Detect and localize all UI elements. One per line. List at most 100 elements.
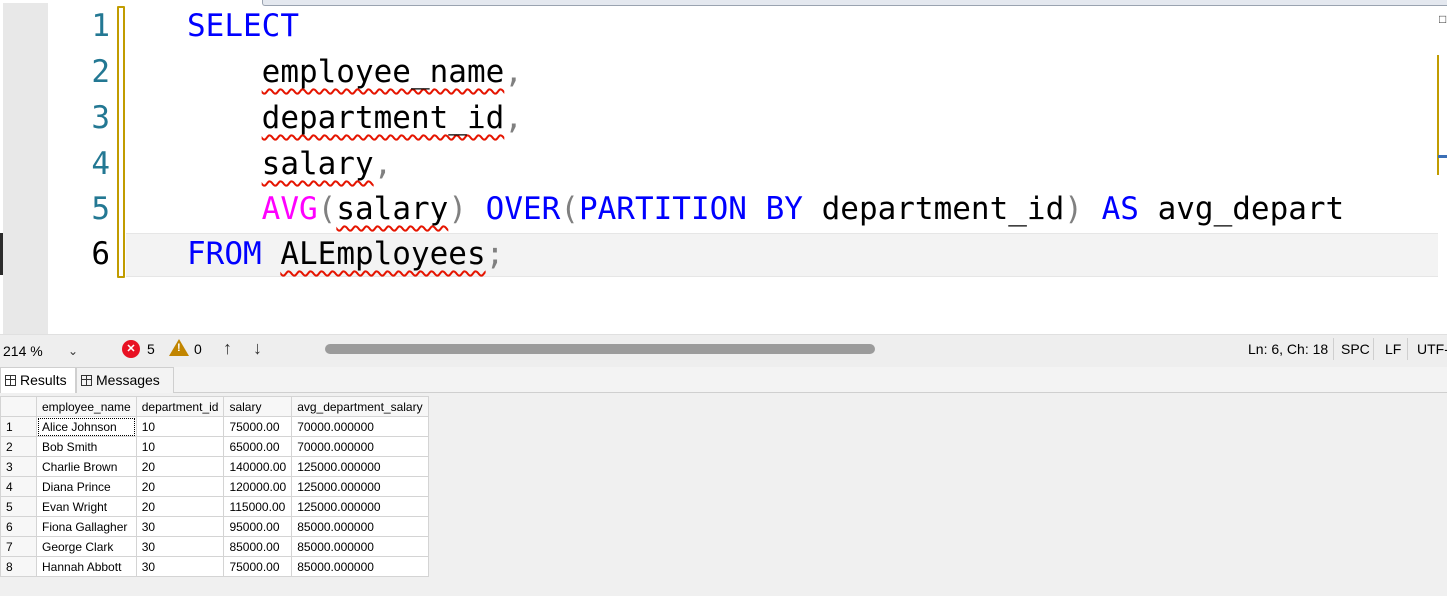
code-line[interactable]: employee_name, [187, 49, 523, 95]
zoom-dropdown[interactable]: 214 % ⌄ [0, 340, 88, 362]
grid-cell[interactable]: Fiona Gallagher [36, 516, 137, 537]
horizontal-scrollbar-thumb[interactable] [325, 344, 875, 354]
status-separator [1373, 338, 1374, 360]
grid-cell[interactable]: 125000.000000 [291, 496, 429, 517]
warning-icon[interactable]: ! [169, 339, 189, 356]
chevron-down-icon: ⌄ [67, 344, 78, 358]
results-tabs: Results Messages [0, 367, 1447, 394]
grid-cell[interactable]: 20 [135, 476, 225, 497]
grid-cell[interactable]: 140000.00 [223, 456, 293, 477]
grid-cell[interactable]: 95000.00 [223, 516, 293, 537]
grid-cell[interactable]: Charlie Brown [36, 456, 137, 477]
code-token-error: employee_name [261, 54, 505, 90]
next-issue-button[interactable]: ↓ [253, 337, 262, 359]
table-row[interactable]: 4 Diana Prince 20 120000.00 125000.000000 [0, 476, 429, 497]
grid-cell[interactable]: Hannah Abbott [36, 556, 137, 577]
table-row[interactable]: 7 George Clark 30 85000.00 85000.000000 [0, 536, 429, 557]
status-separator [1333, 338, 1334, 360]
code-line[interactable]: department_id, [187, 95, 523, 141]
grid-cell[interactable]: 125000.000000 [291, 476, 429, 497]
warning-count[interactable]: 0 [194, 339, 202, 359]
code-token: avg_depart [1138, 191, 1345, 227]
grid-cell[interactable]: Diana Prince [36, 476, 137, 497]
code-line[interactable]: SELECT [187, 3, 299, 49]
tab-results-label: Results [20, 372, 67, 388]
tab-results[interactable]: Results [0, 367, 76, 394]
line-number: 2 [91, 54, 110, 90]
code-token-error: department_id [261, 100, 505, 136]
split-editor-icon[interactable]: □ [1439, 12, 1447, 26]
indentation-mode[interactable]: SPC [1341, 340, 1370, 358]
table-row[interactable]: 6 Fiona Gallagher 30 95000.00 85000.000000 [0, 516, 429, 537]
column-header[interactable]: employee_name [36, 396, 137, 417]
tab-messages[interactable]: Messages [76, 367, 174, 393]
row-number[interactable]: 1 [0, 416, 37, 437]
code-token: department_id [802, 191, 1065, 227]
row-number[interactable]: 3 [0, 456, 37, 477]
row-number[interactable]: 5 [0, 496, 37, 517]
grid-cell[interactable]: 10 [135, 436, 225, 457]
row-number[interactable]: 8 [0, 556, 37, 577]
cursor-position[interactable]: Ln: 6, Ch: 18 [1248, 340, 1328, 358]
keyword-token: AS [1101, 191, 1139, 227]
grid-cell[interactable]: Alice Johnson [36, 416, 137, 437]
line-ending[interactable]: LF [1385, 340, 1401, 358]
tab-messages-label: Messages [96, 372, 160, 388]
grid-cell[interactable]: 75000.00 [223, 556, 293, 577]
grid-cell[interactable]: 10 [135, 416, 225, 437]
sql-editor[interactable]: 1 2 3 4 5 6 SELECT employee_name, department_… [0, 0, 1447, 334]
encoding[interactable]: UTF- [1417, 340, 1447, 358]
grid-cell[interactable]: 120000.00 [223, 476, 293, 497]
grid-cell[interactable]: 85000.000000 [291, 516, 429, 537]
previous-issue-button[interactable]: ↑ [223, 337, 232, 359]
line-number: 1 [91, 8, 110, 44]
table-row[interactable]: 2 Bob Smith 10 65000.00 70000.000000 [0, 436, 429, 457]
table-row[interactable]: 3 Charlie Brown 20 140000.00 125000.000000 [0, 456, 429, 477]
grid-cell[interactable]: 115000.00 [223, 496, 293, 517]
grid-cell[interactable]: 70000.000000 [291, 436, 429, 457]
grid-cell[interactable]: 20 [135, 496, 225, 517]
keyword-token: PARTITION BY [578, 191, 803, 227]
grid-cell[interactable]: 75000.00 [223, 416, 293, 437]
error-icon[interactable]: ✕ [122, 340, 140, 358]
editor-top-border [262, 0, 1447, 6]
code-line[interactable]: AVG(salary) OVER(PARTITION BY department… [187, 186, 1345, 232]
row-number[interactable]: 2 [0, 436, 37, 457]
grid-cell[interactable]: 70000.000000 [291, 416, 429, 437]
overview-ruler-cursor-mark [1438, 155, 1447, 158]
punctuation-token: , [504, 100, 523, 136]
keyword-token: SELECT [187, 8, 299, 44]
grid-cell[interactable]: 85000.00 [223, 536, 293, 557]
row-number[interactable]: 4 [0, 476, 37, 497]
grid-cell[interactable]: Evan Wright [36, 496, 137, 517]
grid-cell[interactable]: 85000.000000 [291, 536, 429, 557]
grid-cell[interactable]: 30 [135, 556, 225, 577]
column-header[interactable]: salary [223, 396, 293, 417]
grid-cell[interactable]: 20 [135, 456, 225, 477]
grid-cell[interactable]: 125000.000000 [291, 456, 429, 477]
error-count[interactable]: 5 [147, 339, 155, 359]
grid-cell[interactable]: 65000.00 [223, 436, 293, 457]
grid-cell[interactable]: 30 [135, 536, 225, 557]
table-row[interactable]: 8 Hannah Abbott 30 75000.00 85000.000000 [0, 556, 429, 577]
punctuation-token: ; [485, 236, 505, 272]
grid-cell[interactable]: George Clark [36, 536, 137, 557]
column-header[interactable]: department_id [135, 396, 225, 417]
punctuation-token: , [373, 146, 393, 182]
row-number[interactable]: 6 [0, 516, 37, 537]
grid-cell[interactable]: Bob Smith [36, 436, 137, 457]
column-header[interactable]: avg_department_salary [291, 396, 429, 417]
code-line[interactable]: salary, [187, 141, 393, 187]
code-line[interactable]: FROM ALEmployees; [187, 231, 504, 277]
table-row[interactable]: 1 Alice Johnson 10 75000.00 70000.000000 [0, 416, 429, 437]
status-separator [1407, 338, 1408, 360]
results-grid[interactable]: employee_name department_id salary avg_d… [0, 396, 429, 577]
table-row[interactable]: 5 Evan Wright 20 115000.00 125000.000000 [0, 496, 429, 517]
grid-cell[interactable]: 85000.000000 [291, 556, 429, 577]
row-number[interactable]: 7 [0, 536, 37, 557]
grid-cell[interactable]: 30 [135, 516, 225, 537]
row-number-header[interactable] [0, 396, 37, 417]
